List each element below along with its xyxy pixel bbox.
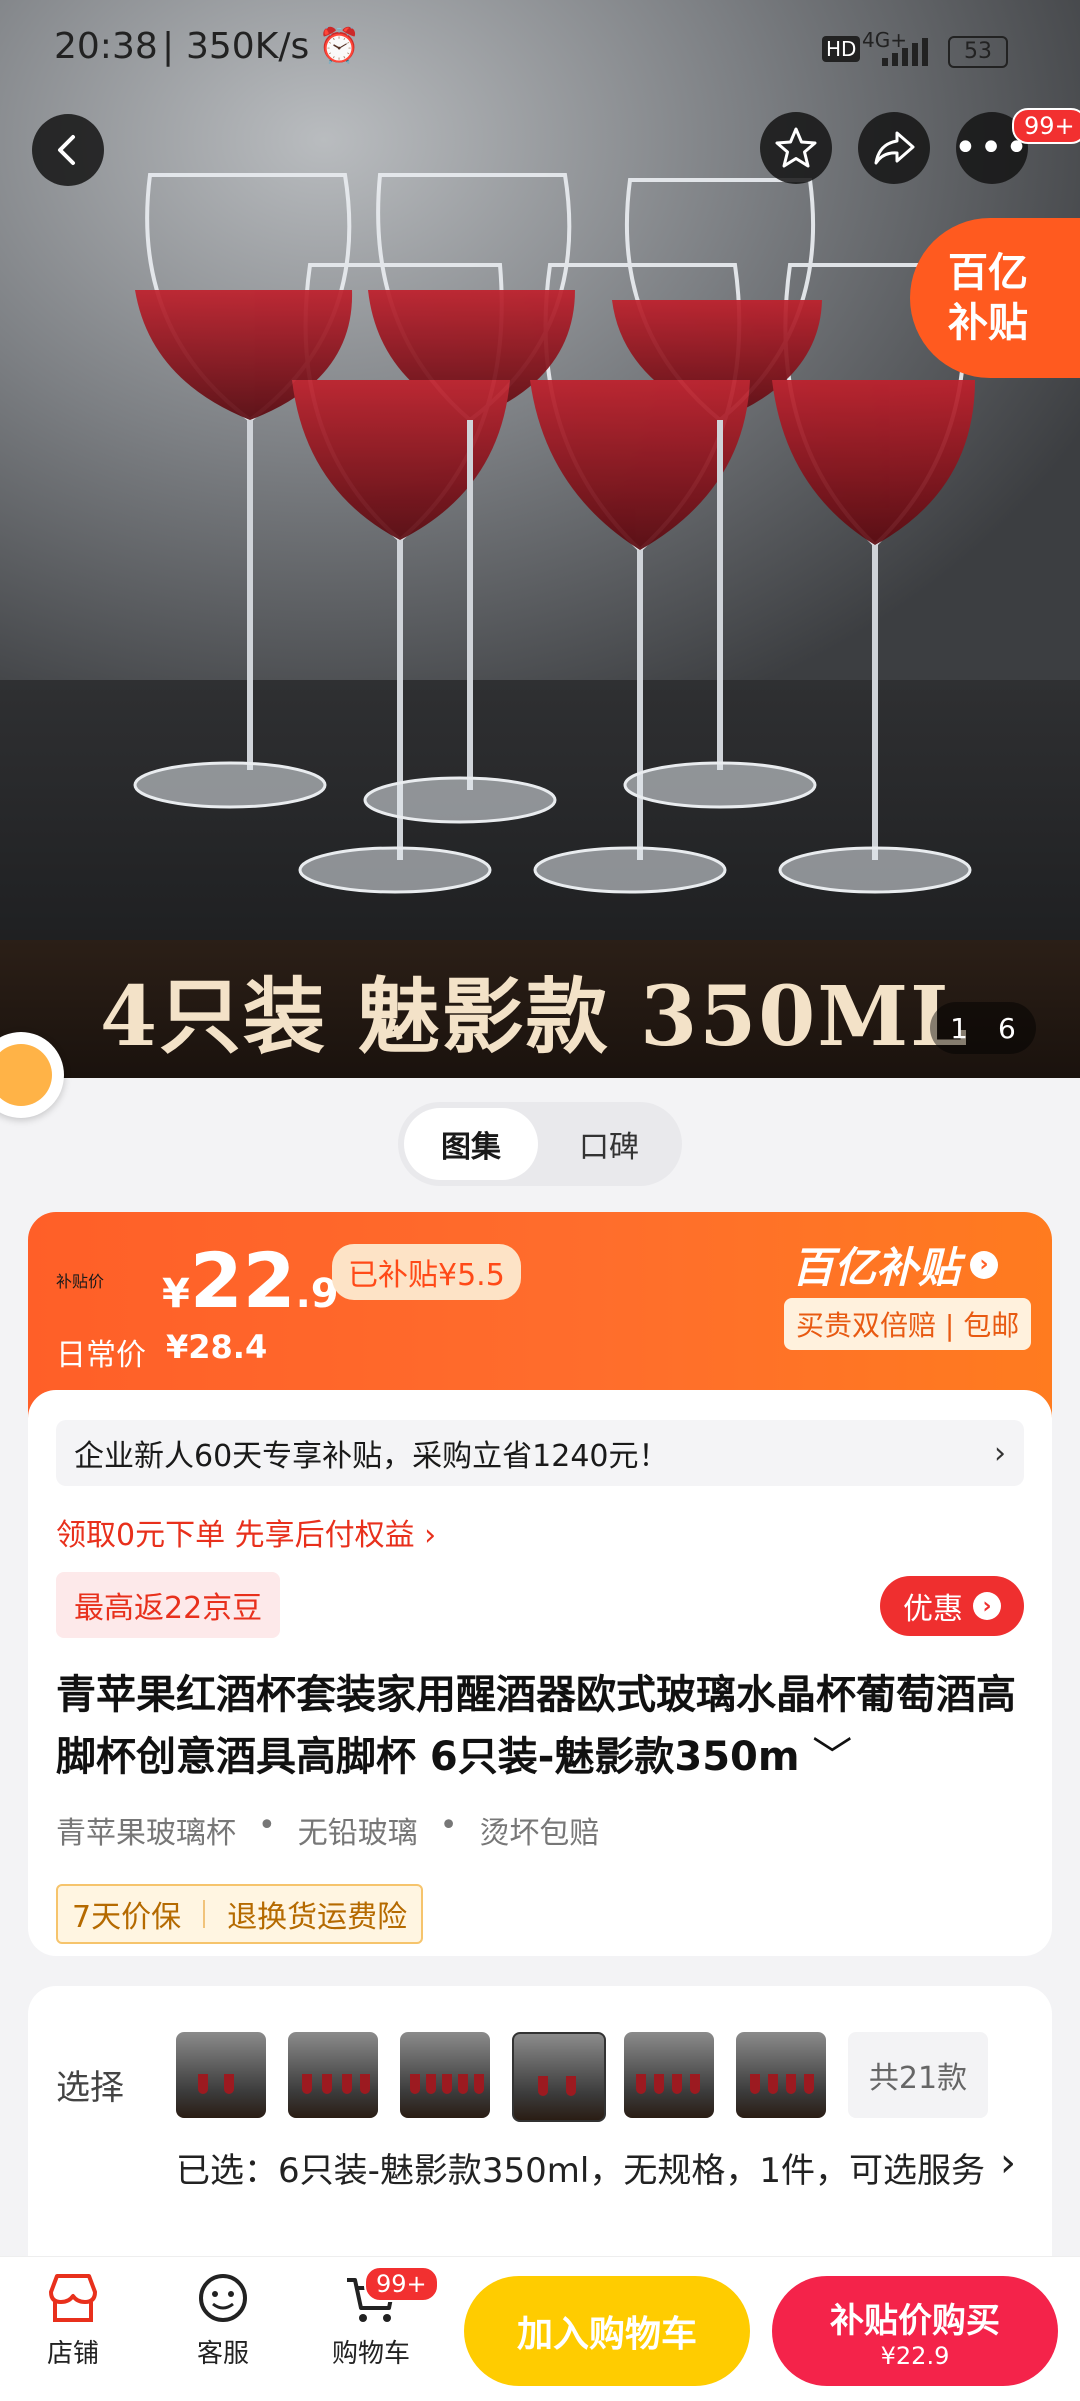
more-badge: 99+ bbox=[1012, 108, 1080, 144]
pager-current: 1 bbox=[950, 1011, 968, 1045]
sku-thumbnail[interactable] bbox=[400, 2032, 490, 2118]
share-icon bbox=[874, 131, 915, 165]
price-integer: 22 bbox=[189, 1236, 296, 1325]
sku-thumbnail[interactable] bbox=[176, 2032, 266, 2118]
sku-thumbnail-selected[interactable] bbox=[512, 2032, 606, 2122]
subsidized-chip: 已补贴¥5.5 bbox=[332, 1244, 521, 1300]
sku-thumbnail[interactable] bbox=[736, 2032, 826, 2118]
daily-price-label: 日常价 bbox=[56, 1338, 146, 1373]
status-bar: 20:38 | 350K/s ⏰ HD 4G+ 53 bbox=[0, 0, 1080, 100]
paylater-link[interactable]: 领取0元下单 先享后付权益 › bbox=[56, 1510, 436, 1554]
shop-button[interactable]: 店铺 bbox=[18, 2270, 128, 2370]
jd-bean-badge: 最高返22京豆 bbox=[56, 1572, 281, 1638]
back-button[interactable] bbox=[32, 114, 104, 186]
cart-label: 购物车 bbox=[331, 2339, 410, 2369]
guarantee-item: 7天价保 bbox=[72, 1900, 182, 1935]
daily-price: ¥28.4 bbox=[166, 1328, 268, 1366]
subsidy-tag: 百亿 补贴 bbox=[910, 218, 1080, 378]
tag-item: 烫坏包赔 bbox=[479, 1816, 600, 1851]
price-currency: ¥ bbox=[162, 1271, 190, 1317]
selection-label: 选择 bbox=[56, 2068, 124, 2108]
enterprise-text: 企业新人60天专享补贴，采购立省1240元！ bbox=[74, 1439, 669, 1474]
guarantee-item: 退换货运费险 bbox=[227, 1900, 408, 1935]
guarantee-chip: 买贵双倍赔 | 包邮 bbox=[784, 1298, 1032, 1350]
cart-badge: 99+ bbox=[364, 2266, 439, 2302]
expand-chevron-icon[interactable]: ﹀ bbox=[800, 1734, 852, 1780]
image-pager: 1 6 bbox=[930, 1002, 1036, 1054]
chevron-right-icon: › bbox=[994, 1435, 1006, 1471]
sku-thumbnail[interactable] bbox=[624, 2032, 714, 2118]
sku-selection-card[interactable] bbox=[28, 1986, 1052, 2286]
hd-icon: HD bbox=[822, 36, 861, 62]
hero-banner-text: 4只装 魅影款 350ML bbox=[0, 940, 1080, 1078]
favorite-button[interactable] bbox=[760, 112, 832, 184]
tab-reviews[interactable]: 口碑 bbox=[542, 1108, 676, 1180]
signal-icon bbox=[882, 38, 928, 66]
guarantee-divider bbox=[203, 1900, 206, 1928]
tag-dot: • bbox=[439, 1808, 458, 1843]
star-icon bbox=[775, 127, 817, 168]
guarantee-badge[interactable]: 7天价保 退换货运费险 bbox=[56, 1884, 424, 1944]
tag-item: 无铅玻璃 bbox=[297, 1816, 418, 1851]
buy-price: ¥22.9 bbox=[880, 2341, 950, 2370]
add-to-cart-button[interactable]: 加入购物车 bbox=[464, 2276, 750, 2386]
enterprise-banner[interactable]: 企业新人60天专享补贴，采购立省1240元！ › bbox=[56, 1420, 1024, 1486]
shop-icon bbox=[49, 2274, 97, 2322]
pager-total: 6 bbox=[998, 1011, 1016, 1045]
service-button[interactable]: 客服 bbox=[168, 2270, 278, 2370]
discount-label: 优惠 bbox=[903, 1592, 963, 1627]
status-divider: | bbox=[162, 26, 175, 67]
floating-side-icon bbox=[0, 1044, 52, 1106]
tab-gallery[interactable]: 图集 bbox=[404, 1108, 538, 1180]
sku-thumbnail[interactable] bbox=[288, 2032, 378, 2118]
tag-dot: • bbox=[258, 1808, 276, 1843]
product-title[interactable]: 青苹果红酒杯套装家用醒酒器欧式玻璃水晶杯葡萄酒高脚杯创意酒具高脚杯 6只装-魅影… bbox=[56, 1664, 1036, 1788]
subsidy-price: ¥ 22 .9 bbox=[162, 1236, 339, 1325]
product-tags: 青苹果玻璃杯 • 无铅玻璃 • 烫坏包赔 bbox=[56, 1808, 599, 1852]
alarm-icon: ⏰ bbox=[318, 26, 361, 66]
product-title-text: 青苹果红酒杯套装家用醒酒器欧式玻璃水晶杯葡萄酒高脚杯创意酒具高脚杯 6只装-魅影… bbox=[56, 1672, 1016, 1780]
customer-service-icon bbox=[199, 2274, 247, 2322]
tag-item: 青苹果玻璃杯 bbox=[56, 1816, 236, 1851]
subsidy-brand-link[interactable]: 百亿补贴 › bbox=[792, 1234, 999, 1295]
share-button[interactable] bbox=[858, 112, 930, 184]
service-label: 客服 bbox=[196, 2339, 249, 2369]
subsidy-tag-line1: 百亿 bbox=[948, 250, 1028, 296]
status-time: 20:38 bbox=[54, 26, 158, 67]
selected-sku-text[interactable]: 已选：6只装-魅影款350ml，无规格，1件，可选服务 bbox=[176, 2138, 996, 2204]
battery-icon: 53 bbox=[948, 36, 1008, 68]
chevron-right-icon: › bbox=[970, 1250, 999, 1279]
buy-label: 补贴价购买 bbox=[830, 2300, 1000, 2341]
subsidy-brand: 百亿补贴 bbox=[792, 1243, 961, 1292]
chevron-right-icon: › bbox=[973, 1592, 1001, 1620]
subsidy-price-label: 补贴价 bbox=[56, 1272, 105, 1291]
discount-button[interactable]: 优惠 › bbox=[880, 1576, 1024, 1636]
view-toggle[interactable]: 图集 口碑 bbox=[398, 1102, 682, 1186]
buy-now-button[interactable]: 补贴价购买 ¥22.9 bbox=[772, 2276, 1058, 2386]
all-sku-button[interactable]: 共21款 bbox=[848, 2032, 988, 2118]
subsidy-tag-line2: 补贴 bbox=[948, 300, 1028, 346]
status-speed: 350K/s bbox=[186, 26, 310, 67]
chevron-right-icon[interactable]: › bbox=[1000, 2140, 1016, 2186]
chevron-left-icon bbox=[58, 135, 75, 165]
shop-label: 店铺 bbox=[46, 2339, 99, 2369]
